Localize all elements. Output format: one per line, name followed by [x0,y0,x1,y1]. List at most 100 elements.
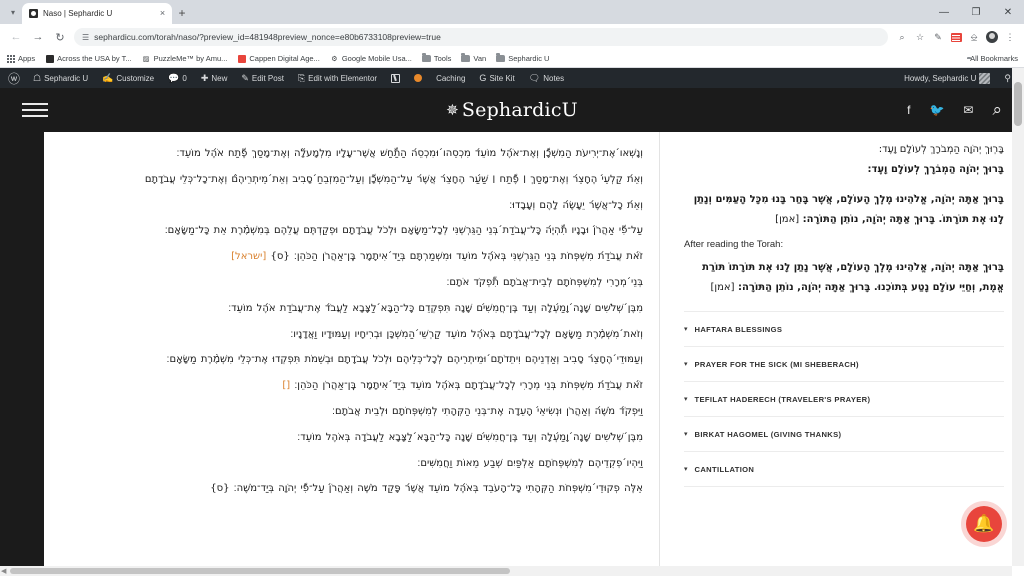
search-icon[interactable]: ⌕ [992,100,1002,120]
torah-line-text: וְעַמּוּדֵי́ הֶחָצֵ́ר סָבִיב וְאַדְנֵיהֶ… [166,354,643,366]
horizontal-scrollbar[interactable]: ◀ [0,566,1012,576]
adminbar-edit-with-elementor[interactable]: ⎘ Edit with Elementor [291,68,384,88]
accordion-label: Haftara Blessings [694,324,783,334]
accordion-birkat-hagomel[interactable]: ▾ Birkat Hagomel (Giving Thanks) [684,417,1004,452]
three-dot-menu-icon[interactable]: ⋮ [1002,29,1018,45]
horizontal-scrollbar-thumb[interactable] [10,568,510,574]
torah-line: וְעַמּוּדֵי́ הֶחָצֵ́ר סָבִיב וְאַדְנֵיהֶ… [56,348,643,373]
after-reading-label: After reading the Torah: [684,239,784,250]
email-icon[interactable]: ✉ [963,103,973,117]
blessings-sidebar: בָּרְוּךְ יְהֹוָה הַמְבֹרָךְ לְעוֹלָם וָ… [660,132,1024,576]
torah-line-text: בְּנֵי́ מְרָרִי לְמִשְׁפְּחֹתָם לְבֵית־א… [446,276,643,288]
close-icon[interactable]: × [157,9,168,18]
amen-response: [אמן] [710,281,735,293]
forward-button[interactable]: → [28,27,48,47]
address-bar-url: sephardicu.com/torah/naso/?preview_id=48… [94,32,441,42]
facebook-icon[interactable]: f [907,103,910,117]
star-flower-icon: ✵ [446,101,459,119]
amen-response: [אמן] [775,213,800,225]
bookmark-folder-sephardic-u[interactable]: Sephardic U [496,53,550,63]
all-bookmarks-button[interactable]: All Bookmarks [967,54,1018,63]
back-button[interactable]: ← [6,27,26,47]
adminbar-edit-post[interactable]: ✎ Edit Post [234,68,291,88]
tab-list-chevron-icon[interactable]: ▾ [4,1,22,23]
adminbar-label: Edit Post [251,73,284,83]
adminbar-label: Caching [436,73,466,83]
bookmark-google-mobile[interactable]: ⚙ Google Mobile Usa... [330,54,412,63]
wordpress-logo-icon[interactable]: ⓦ [6,68,26,88]
address-bar[interactable]: ☰ sephardicu.com/torah/naso/?preview_id=… [74,28,888,46]
browser-tab[interactable]: Naso | Sephardic U × [22,3,172,24]
site-icon: ⚙ [331,55,338,63]
accordion-tefilat-haderech[interactable]: ▾ Tefilat Haderech (Traveler's Prayer) [684,382,1004,417]
close-window-button[interactable]: ✕ [992,0,1024,24]
torah-line: וְאֵ́ת כָל־אֲשֶׁ́ר יֵעָשֶׂ́ה לָהֶם וְעָב… [56,194,643,219]
site-settings-icon[interactable]: ☰ [82,33,89,42]
all-bookmarks-label: All Bookmarks [970,54,1018,63]
extension-pen-icon[interactable]: ✎ [930,29,946,45]
maximize-button[interactable]: ❐ [960,0,992,24]
adminbar-site-name[interactable]: ☖ Sephardic U [26,68,95,88]
reload-button[interactable]: ↻ [50,27,70,47]
bookmark-label: Apps [18,54,36,63]
bookmark-folder-tools[interactable]: Tools [421,53,451,63]
adminbar-notes[interactable]: 🗨 Notes [522,68,571,88]
torah-line: זֹ́את עֲבֹדַ́ת מִשְׁפְּחֹת בְּנֵי הַגֵּר… [56,245,643,270]
torah-line: וְזֹאת́ מִשְׁמֶ֨רֶת מַשָּׂאָם לְכָל־עֲבֹ… [56,323,643,348]
adminbar-label: Sephardic U [44,73,89,83]
chevron-down-icon: ▾ [684,395,688,403]
adminbar-status-dot[interactable] [407,68,429,88]
bookmark-folder-van[interactable]: Van [461,53,486,63]
adminbar-new[interactable]: ✚ New [194,68,235,88]
torah-line: עַל־פִّי אַהֲרֹ́ן וּבָנָיו תִّהְיֶ́ה כָּ… [56,219,643,244]
bookmark-star-icon[interactable]: ☆ [912,29,928,45]
vertical-scrollbar[interactable] [1012,68,1024,566]
adminbar-customize[interactable]: ✍ Customize [95,68,161,88]
adminbar-comment-count: 0 [182,73,187,83]
adminbar-yoast[interactable] [384,68,407,88]
bookmark-label: Sephardic U [508,54,550,63]
bookmark-label: Cappen Digital Age... [249,54,320,63]
scroll-left-arrow-icon[interactable]: ◀ [1,567,6,575]
torah-text-column: וְנָשְׁאו́ אֶת־יְרִיעֹת הַמִשְׁכָّן וְאֶ… [44,132,660,576]
site-title: SephardicU [461,99,578,121]
torah-line-text: עַל־פִّי אַהֲרֹ́ן וּבָנָיו תִّהְיֶ́ה כָּ… [164,225,643,237]
paragraph-marker: {ס} [270,251,290,263]
chevron-down-icon: ▾ [684,465,688,473]
accordion-cantillation[interactable]: ▾ Cantillation [684,452,1004,487]
blessing-before-torah: בָּרוּךְ אַתָּה יְהֹוָה, אֱלֹהֵינוּ מֶלֶ… [684,190,1004,229]
adminbar-label: New [211,73,228,83]
bookmark-cappen[interactable]: Cappen Digital Age... [237,54,320,63]
twitter-icon[interactable]: 🐦 [929,103,944,117]
folder-icon [496,53,506,63]
adminbar-howdy-label: Howdy, Sephardic U [904,73,977,83]
plus-icon: ✚ [200,72,209,83]
profile-avatar-icon[interactable] [984,29,1000,45]
new-tab-button[interactable]: + [172,3,192,23]
hamburger-menu-icon[interactable] [22,103,48,117]
adminbar-label: Edit with Elementor [308,73,378,83]
blessing-call-plain: בָּרְוּךְ יְהֹוָה הַמְבֹרָךְ לְעוֹלָם וָ… [878,144,1004,155]
notification-bell-button[interactable]: 🔔 [966,506,1002,542]
torah-line: מִבֶּן́ שְׁלֹשִׁים שָׁנָה́ וָמַ́עְלָה וְ… [56,297,643,322]
wp-admin-bar: ⓦ ☖ Sephardic U ✍ Customize 💬 0 ✚ New ✎ … [0,68,1024,88]
accordion-haftara-blessings[interactable]: ▾ Haftara Blessings [684,312,1004,347]
site-logo[interactable]: ✵ SephardicU [0,99,1024,121]
bookmark-puzzleme[interactable]: ▨ PuzzleMe™ by Amu... [142,54,228,63]
square-dark-icon [45,54,54,63]
extension-red-icon[interactable] [948,29,964,45]
adminbar-caching[interactable]: Caching [429,68,472,88]
accordion-prayer-for-the-sick[interactable]: ▾ Prayer for the Sick (Mi Sheberach) [684,347,1004,382]
adminbar-site-kit[interactable]: G Site Kit [472,68,521,88]
torah-line: וַיִּפְקֹ́ד מֹשֶׁ́ה וְאַהֲרֹן וּנְשִׂיאֵ… [56,400,643,425]
minimize-button[interactable]: — [928,0,960,24]
zoom-icon[interactable]: ⌕ [894,29,910,45]
adminbar-howdy[interactable]: Howdy, Sephardic U [897,68,997,88]
adminbar-label: Site Kit [489,73,515,83]
window-controls: — ❐ ✕ [928,0,1024,24]
vertical-scrollbar-thumb[interactable] [1014,82,1022,126]
bookmark-apps[interactable]: Apps [6,54,35,63]
bookmark-across-usa[interactable]: Across the USA by T... [45,54,132,63]
adminbar-comments[interactable]: 💬 0 [161,68,194,88]
extension-outline-icon[interactable]: ⎒ [966,29,982,45]
